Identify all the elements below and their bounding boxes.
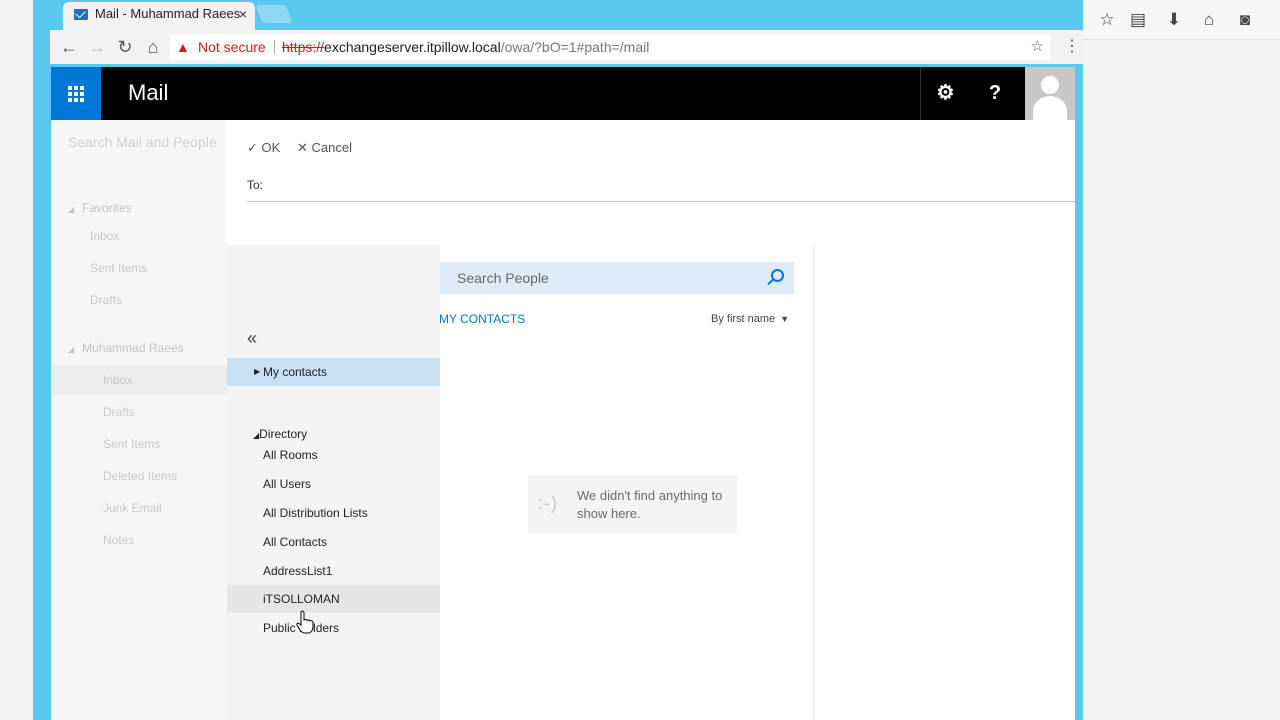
collapse-triangle-icon: ◢ [68,345,75,354]
search-icon[interactable] [771,269,784,282]
people-search-input[interactable] [440,262,760,294]
nav-item-label: My contacts [263,365,328,379]
expand-triangle-icon: ▶ [254,367,261,376]
home-icon[interactable]: ⌂ [142,36,164,58]
warning-icon: ▲ [176,39,190,55]
reload-icon[interactable]: ↻ [114,36,136,58]
bookmark-star-icon[interactable]: ☆ [1031,34,1044,60]
empty-state: :-) We didn't find anything to show here… [528,475,737,534]
tab-bar: Mail - Muhammad Raees × [33,0,1083,30]
url-scheme: https:// [282,39,325,55]
people-search-box[interactable] [440,262,794,294]
divider [274,40,275,54]
directory-item[interactable]: iTSOLLOMAN [227,585,440,613]
menu-icon[interactable]: ⋮ [1064,36,1080,56]
to-label: To: [247,178,264,192]
back-icon[interactable]: ← [58,36,80,58]
directory-item[interactable]: All Distribution Lists [227,499,440,527]
tab-title: Mail - Muhammad Raees [95,6,241,21]
security-indicator[interactable]: Not secure [198,34,266,60]
user-icon [1041,76,1059,94]
owa-app: Mail ⚙ ? Search Mail and People ◢ Favorit… [51,67,1075,720]
folder-item[interactable]: Inbox [90,229,119,243]
directory-item[interactable]: AddressList1 [227,557,440,585]
nav-item-my-contacts[interactable]: ▶ My contacts [227,358,440,386]
folder-item[interactable]: Deleted Items [103,469,177,483]
new-tab-button[interactable] [255,5,293,23]
folder-item[interactable]: Sent Items [103,437,160,451]
url-host: exchangeserver.itpillow.local [324,39,501,55]
browser-toolbar: ← → ↻ ⌂ ▲ Not secure https://exchangeser… [50,30,1083,64]
emoticon-icon: :-) [538,493,558,513]
collapse-icon[interactable]: « [247,328,257,349]
favorites-header[interactable]: ◢ Favorites [68,201,132,215]
address-bar[interactable]: ▲ Not secure https://exchangeserver.itpi… [170,34,1050,60]
mail-icon [74,9,88,20]
folder-item[interactable]: Sent Items [90,261,147,275]
app-launcher-icon[interactable] [51,67,101,120]
account-header[interactable]: ◢ Muhammad Raees [68,341,184,355]
app-header: Mail ⚙ ? [51,67,1075,120]
ok-button[interactable]: ✓ OK [247,140,280,156]
collapse-triangle-icon: ◢ [68,205,75,214]
check-icon: ✓ [247,140,258,155]
bookmark-star-icon[interactable]: ☆ [1097,10,1117,30]
directory-header[interactable]: ◢Directory [253,427,307,441]
folder-item[interactable]: Drafts [103,405,135,419]
chevron-down-icon: ▼ [780,314,790,324]
search-mail-placeholder[interactable]: Search Mail and People [68,134,217,150]
to-field[interactable] [247,201,1075,202]
home-icon[interactable]: ⌂ [1199,10,1219,30]
hand-cursor-icon [296,610,314,634]
people-list-pane: MY CONTACTS By first name ▼ :-) We didn't… [439,245,814,720]
sort-dropdown[interactable]: By first name ▼ [711,313,789,325]
background-browser-window [1083,0,1280,720]
folder-pane: Search Mail and People ◢ Favorites Inbox … [51,120,227,720]
reading-list-icon[interactable]: ▤ [1128,10,1148,30]
url-text[interactable]: https://exchangeserver.itpillow.local/ow… [282,34,649,60]
directory-item[interactable]: Public Folders [227,614,440,642]
selected-folder-highlight [51,365,227,395]
browser-window: Mail - Muhammad Raees × ← → ↻ ⌂ ▲ Not se… [33,0,1083,720]
ok-label: OK [261,140,281,155]
browser-tab[interactable]: Mail - Muhammad Raees × [63,2,255,30]
gear-icon[interactable]: ⚙ [920,67,970,120]
directory-item[interactable]: All Users [227,470,440,498]
folder-item[interactable]: Inbox [103,373,132,387]
tab-my-contacts[interactable]: MY CONTACTS [439,312,525,326]
desktop-left-strip [0,0,33,720]
help-icon[interactable]: ? [970,67,1020,120]
folder-item[interactable]: Junk Email [103,501,162,515]
compose-panel: ✓ OK ✕ Cancel To: « ▶ My contacts ◢Direc… [227,120,1075,720]
close-icon[interactable]: × [239,2,247,26]
folder-item[interactable]: Notes [103,533,134,547]
pocket-icon[interactable]: ◙ [1235,10,1255,30]
address-book-nav: « ▶ My contacts ◢Directory All Rooms All… [227,245,440,720]
forward-icon[interactable]: → [86,36,108,58]
url-path: /owa/?bO=1#path=/mail [500,39,650,55]
cancel-button[interactable]: ✕ Cancel [297,140,352,156]
empty-message: We didn't find anything to show here. [577,488,723,521]
download-icon[interactable]: ⬇ [1164,10,1184,30]
folder-item[interactable]: Drafts [90,293,122,307]
sort-label: By first name [711,313,776,325]
app-title: Mail [128,80,169,105]
directory-item[interactable]: All Rooms [227,441,440,469]
avatar[interactable] [1025,67,1075,120]
background-browser-toolbar: ☆ ▤ ⬇ ⌂ ◙ [1083,0,1280,40]
cancel-label: Cancel [311,140,352,155]
close-icon: ✕ [297,140,308,155]
directory-item[interactable]: All Contacts [227,528,440,556]
